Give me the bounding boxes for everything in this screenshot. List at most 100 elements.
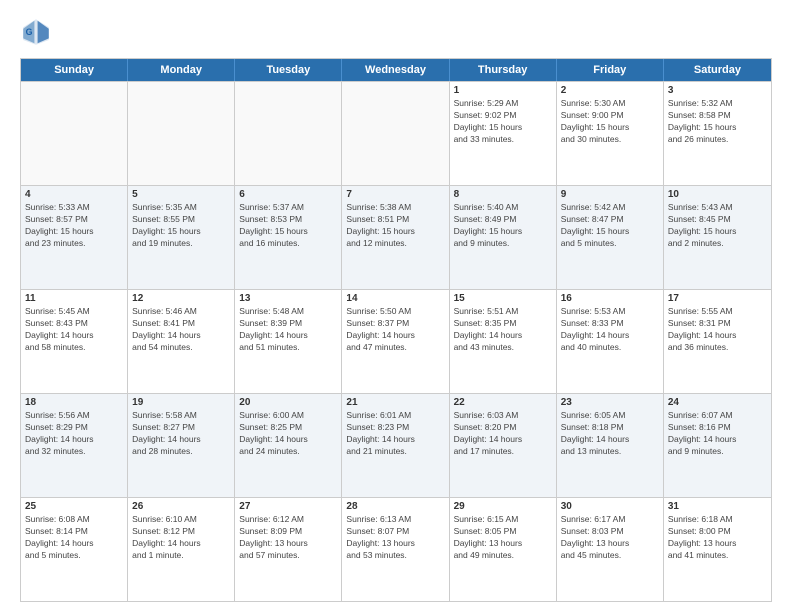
cell-line: and 53 minutes. [346,550,444,562]
cell-line: Sunset: 8:39 PM [239,318,337,330]
calendar-cell-day-1: 1Sunrise: 5:29 AMSunset: 9:02 PMDaylight… [450,82,557,185]
day-number: 20 [239,397,337,408]
cell-line: Sunset: 8:45 PM [668,214,767,226]
calendar-row-3: 18Sunrise: 5:56 AMSunset: 8:29 PMDayligh… [21,393,771,497]
header-day-wednesday: Wednesday [342,59,449,81]
calendar-cell-day-12: 12Sunrise: 5:46 AMSunset: 8:41 PMDayligh… [128,290,235,393]
cell-line: Sunrise: 6:07 AM [668,410,767,422]
header-day-saturday: Saturday [664,59,771,81]
calendar-cell-day-6: 6Sunrise: 5:37 AMSunset: 8:53 PMDaylight… [235,186,342,289]
cell-line: Sunrise: 6:17 AM [561,514,659,526]
cell-line: Sunset: 8:12 PM [132,526,230,538]
cell-line: Sunrise: 5:58 AM [132,410,230,422]
cell-line: Daylight: 13 hours [561,538,659,550]
cell-line: and 36 minutes. [668,342,767,354]
cell-line: Sunset: 8:27 PM [132,422,230,434]
day-number: 17 [668,293,767,304]
cell-line: Sunset: 8:29 PM [25,422,123,434]
cell-line: and 21 minutes. [346,446,444,458]
cell-line: Daylight: 13 hours [239,538,337,550]
calendar-cell-day-11: 11Sunrise: 5:45 AMSunset: 8:43 PMDayligh… [21,290,128,393]
cell-line: Sunset: 8:47 PM [561,214,659,226]
cell-line: Sunset: 8:16 PM [668,422,767,434]
cell-line: Sunrise: 6:12 AM [239,514,337,526]
calendar-cell-day-21: 21Sunrise: 6:01 AMSunset: 8:23 PMDayligh… [342,394,449,497]
calendar-cell-day-25: 25Sunrise: 6:08 AMSunset: 8:14 PMDayligh… [21,498,128,601]
cell-line: Sunset: 8:23 PM [346,422,444,434]
calendar-cell-day-17: 17 Sunrise: 5:55 AMSunset: 8:31 PMDayligh… [664,290,771,393]
cell-line: Daylight: 14 hours [239,434,337,446]
calendar-cell-day-10: 10Sunrise: 5:43 AMSunset: 8:45 PMDayligh… [664,186,771,289]
cell-line: Daylight: 15 hours [132,226,230,238]
cell-line: Daylight: 14 hours [561,330,659,342]
day-number: 6 [239,189,337,200]
cell-line: Sunrise: 6:13 AM [346,514,444,526]
cell-line: Sunrise: 6:03 AM [454,410,552,422]
day-number: 21 [346,397,444,408]
calendar-cell-day-5: 5Sunrise: 5:35 AMSunset: 8:55 PMDaylight… [128,186,235,289]
svg-text:G: G [26,27,33,37]
cell-line: Sunset: 9:02 PM [454,110,552,122]
calendar-cell-day-22: 22 Sunrise: 6:03 AMSunset: 8:20 PMDayligh… [450,394,557,497]
cell-line: Sunrise: 5:32 AM [668,98,767,110]
cell-line: Sunrise: 5:55 AM [668,306,767,318]
cell-line: and 43 minutes. [454,342,552,354]
day-number: 10 [668,189,767,200]
cell-line: and 32 minutes. [25,446,123,458]
cell-line: Daylight: 14 hours [346,434,444,446]
calendar-cell-day-15: 15Sunrise: 5:51 AMSunset: 8:35 PMDayligh… [450,290,557,393]
calendar-cell-day-8: 8Sunrise: 5:40 AMSunset: 8:49 PMDaylight… [450,186,557,289]
cell-line: Sunset: 8:55 PM [132,214,230,226]
cell-line: and 51 minutes. [239,342,337,354]
cell-line: Sunset: 8:25 PM [239,422,337,434]
cell-line: Daylight: 15 hours [454,122,552,134]
cell-line: Sunset: 8:09 PM [239,526,337,538]
cell-line: and 1 minute. [132,550,230,562]
header: G [20,16,772,48]
cell-line: Daylight: 14 hours [454,330,552,342]
cell-line: Daylight: 14 hours [561,434,659,446]
calendar-cell-day-20: 20 Sunrise: 6:00 AMSunset: 8:25 PMDayligh… [235,394,342,497]
day-number: 22 [454,397,552,408]
cell-line: Sunrise: 5:42 AM [561,202,659,214]
day-number: 24 [668,397,767,408]
day-number: 2 [561,85,659,96]
cell-line: and 9 minutes. [454,238,552,250]
header-day-thursday: Thursday [450,59,557,81]
day-number: 29 [454,501,552,512]
cell-line: Sunrise: 5:40 AM [454,202,552,214]
cell-line: Daylight: 14 hours [25,434,123,446]
calendar-cell-day-9: 9Sunrise: 5:42 AMSunset: 8:47 PMDaylight… [557,186,664,289]
cell-line: and 45 minutes. [561,550,659,562]
calendar-cell-empty-0-1 [128,82,235,185]
calendar-cell-day-27: 27Sunrise: 6:12 AMSunset: 8:09 PMDayligh… [235,498,342,601]
cell-line: Sunrise: 5:43 AM [668,202,767,214]
cell-line: and 41 minutes. [668,550,767,562]
calendar-cell-day-13: 13Sunrise: 5:48 AMSunset: 8:39 PMDayligh… [235,290,342,393]
calendar-cell-day-16: 16Sunrise: 5:53 AMSunset: 8:33 PMDayligh… [557,290,664,393]
cell-line: Daylight: 14 hours [132,434,230,446]
cell-line: and 17 minutes. [454,446,552,458]
header-day-tuesday: Tuesday [235,59,342,81]
cell-line: Sunrise: 5:46 AM [132,306,230,318]
cell-line: and 33 minutes. [454,134,552,146]
cell-line: and 12 minutes. [346,238,444,250]
calendar-cell-day-3: 3Sunrise: 5:32 AMSunset: 8:58 PMDaylight… [664,82,771,185]
cell-line: Sunrise: 6:00 AM [239,410,337,422]
cell-line: Daylight: 13 hours [346,538,444,550]
calendar-header: SundayMondayTuesdayWednesdayThursdayFrid… [21,59,771,81]
calendar-cell-day-30: 30Sunrise: 6:17 AMSunset: 8:03 PMDayligh… [557,498,664,601]
cell-line: Daylight: 13 hours [668,538,767,550]
cell-line: Daylight: 14 hours [668,330,767,342]
cell-line: Sunset: 8:31 PM [668,318,767,330]
cell-line: Sunrise: 6:08 AM [25,514,123,526]
day-number: 7 [346,189,444,200]
logo: G [20,16,56,48]
cell-line: Sunset: 8:20 PM [454,422,552,434]
day-number: 28 [346,501,444,512]
cell-line: Sunset: 8:33 PM [561,318,659,330]
cell-line: Daylight: 14 hours [454,434,552,446]
header-day-sunday: Sunday [21,59,128,81]
cell-line: Sunrise: 5:33 AM [25,202,123,214]
day-number: 9 [561,189,659,200]
